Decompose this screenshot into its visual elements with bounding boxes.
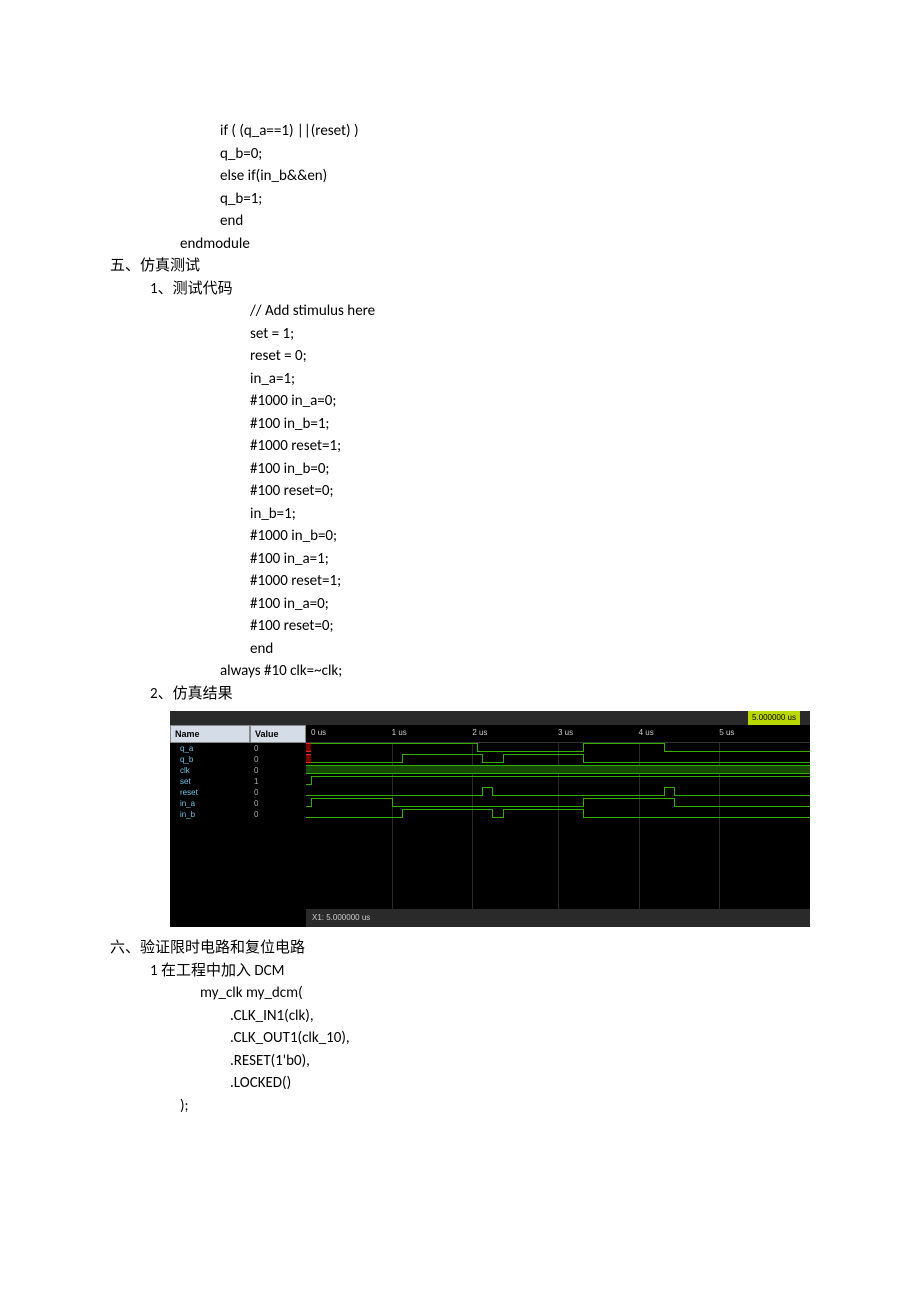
signal-value: 0 [250, 809, 306, 820]
trace-in-b [306, 809, 810, 820]
code-line: else if(in_b&&en) [220, 165, 840, 188]
code-line: #100 in_a=1; [250, 548, 840, 571]
trace-in-a [306, 798, 810, 809]
trace-clk [306, 765, 810, 776]
test-code-block: // Add stimulus here set = 1; reset = 0;… [110, 300, 840, 683]
code-line: q_b=1; [220, 188, 840, 211]
signal-value: 0 [250, 743, 306, 754]
time-ruler: 0 us 1 us 2 us 3 us 4 us 5 us [306, 725, 810, 743]
section-6-title: 六、验证限时电路和复位电路 [110, 937, 840, 960]
waveform-top-bar [170, 711, 810, 725]
time-cursor-badge: 5.000000 us [748, 711, 800, 725]
trace-q-b [306, 754, 810, 765]
signal-row: reset0 [170, 787, 306, 798]
section-5-sub2: 2、仿真结果 [150, 683, 840, 706]
time-tick: 5 us [719, 727, 734, 739]
trace-reset [306, 787, 810, 798]
signal-name: set [170, 776, 250, 787]
code-line: set = 1; [250, 323, 840, 346]
section-5-title: 五、仿真测试 [110, 255, 840, 278]
code-line: #100 in_b=1; [250, 413, 840, 436]
time-tick: 2 us [472, 727, 487, 739]
code-line: q_b=0; [220, 143, 840, 166]
waveform-canvas [306, 743, 810, 909]
signal-list: q_a0 q_b0 clk0 set1 reset0 in_a0 in_b0 [170, 743, 306, 820]
signal-row: in_b0 [170, 809, 306, 820]
time-tick: 1 us [392, 727, 407, 739]
code-line: .RESET(1'b0), [230, 1050, 840, 1073]
code-line: if ( (q_a==1) ||(reset) ) [220, 120, 840, 143]
signal-name: q_a [170, 743, 250, 754]
signal-row: set1 [170, 776, 306, 787]
signal-row: q_b0 [170, 754, 306, 765]
section-5-sub1: 1、测试代码 [150, 278, 840, 301]
code-line: in_b=1; [250, 503, 840, 526]
cursor-position-label: X1: 5.000000 us [306, 909, 810, 927]
code-line: #100 in_b=0; [250, 458, 840, 481]
dcm-code-block: my_clk my_dcm( .CLK_IN1(clk), .CLK_OUT1(… [110, 982, 840, 1117]
section-6-sub1: 1 在工程中加入 DCM [150, 960, 840, 983]
trace-q-a [306, 743, 810, 754]
code-line: #1000 in_a=0; [250, 390, 840, 413]
signal-name: q_b [170, 754, 250, 765]
signal-value: 0 [250, 798, 306, 809]
time-tick: 3 us [558, 727, 573, 739]
waveform-plot: 0 us 1 us 2 us 3 us 4 us 5 us [306, 725, 810, 909]
signal-value: 0 [250, 765, 306, 776]
code-line: #100 reset=0; [250, 480, 840, 503]
signal-value: 1 [250, 776, 306, 787]
code-line: in_a=1; [250, 368, 840, 391]
name-column-header: Name [170, 725, 250, 743]
signal-name: in_b [170, 809, 250, 820]
code-line: #1000 reset=1; [250, 570, 840, 593]
code-line: .LOCKED() [230, 1072, 840, 1095]
signal-name: reset [170, 787, 250, 798]
code-line: #1000 reset=1; [250, 435, 840, 458]
code-always: always #10 clk=~clk; [220, 660, 840, 683]
code-fragment-top: if ( (q_a==1) ||(reset) ) q_b=0; else if… [110, 120, 840, 255]
trace-set [306, 776, 810, 787]
signal-value: 0 [250, 787, 306, 798]
signal-row: q_a0 [170, 743, 306, 754]
signal-row: in_a0 [170, 798, 306, 809]
waveform-viewer: 5.000000 us Name Value q_a0 q_b0 clk0 se… [170, 711, 810, 927]
signal-row: clk0 [170, 765, 306, 776]
code-line: // Add stimulus here [250, 300, 840, 323]
code-endmodule: endmodule [180, 233, 840, 256]
time-tick: 4 us [639, 727, 654, 739]
code-line: end [220, 210, 840, 233]
code-line: end [250, 638, 840, 661]
value-column-header: Value [250, 725, 306, 743]
code-line: #100 in_a=0; [250, 593, 840, 616]
code-line: my_clk my_dcm( [200, 982, 840, 1005]
code-line: #100 reset=0; [250, 615, 840, 638]
code-line: reset = 0; [250, 345, 840, 368]
time-tick: 0 us [311, 727, 326, 739]
signal-name: clk [170, 765, 250, 776]
signal-value: 0 [250, 754, 306, 765]
code-line: .CLK_OUT1(clk_10), [230, 1027, 840, 1050]
code-line: #1000 in_b=0; [250, 525, 840, 548]
signal-name: in_a [170, 798, 250, 809]
code-close-paren: ); [180, 1095, 840, 1118]
code-line: .CLK_IN1(clk), [230, 1005, 840, 1028]
